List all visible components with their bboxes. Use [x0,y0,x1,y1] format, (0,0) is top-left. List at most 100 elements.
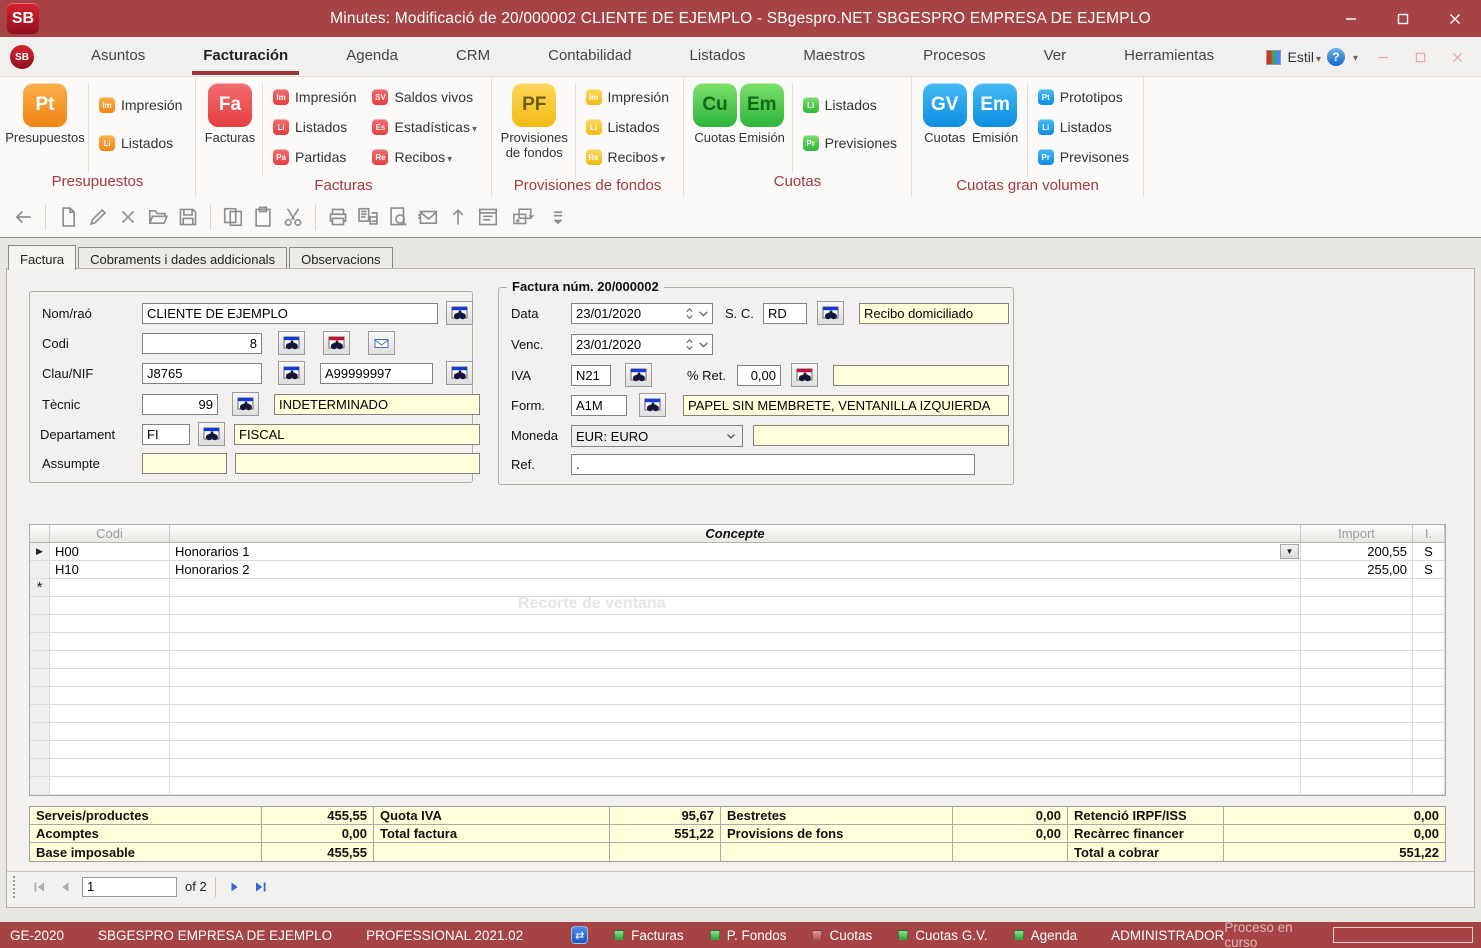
grid-empty-row[interactable] [30,651,1445,669]
presupuestos-listados-button[interactable]: Li Listados [99,133,182,153]
facturas-button[interactable]: Fa Facturas [204,83,256,177]
remote-support-icon[interactable]: ⇄ [571,926,588,944]
iva-input[interactable]: N21 [571,365,611,386]
indicator-agenda[interactable]: Agenda [1014,928,1078,943]
menu-ver[interactable]: Ver [1015,37,1096,77]
cuotas-gv-emision-button[interactable]: Em Emisión [969,83,1020,177]
print-preview-button[interactable] [383,202,413,232]
grid-empty-row[interactable] [30,597,1445,615]
save-button[interactable] [173,202,203,232]
nif-input[interactable]: A99999997 [320,363,433,384]
ret-lookup-button[interactable] [791,363,818,387]
grid-empty-row[interactable] [30,705,1445,723]
cuotas-listados-button[interactable]: Li Listados [803,95,897,115]
grid-empty-row[interactable] [30,741,1445,759]
grid-empty-row[interactable] [30,615,1445,633]
provisiones-recibos-dropdown[interactable]: Re Recibos [586,147,669,167]
back-button[interactable] [8,202,38,232]
sc-lookup-button[interactable] [817,301,844,325]
tab-factura[interactable]: Factura [8,245,76,270]
cuotas-previsiones-button[interactable]: Pr Previsiones [803,133,897,153]
departament-input[interactable]: FI [142,424,190,445]
facturas-impresion-button[interactable]: Im Impresión [273,87,356,107]
form-input[interactable]: A1M [571,395,627,416]
tecnic-lookup-button[interactable] [232,392,259,416]
grid-empty-row[interactable] [30,723,1445,741]
edit-record-button[interactable] [83,202,113,232]
spinner-icon[interactable] [684,306,695,321]
indicator-cuotas[interactable]: Cuotas [812,928,872,943]
facturas-recibos-dropdown[interactable]: Re Recibos [372,147,477,167]
chevron-down-icon[interactable] [698,310,709,318]
record-number-input[interactable]: 1 [82,877,177,897]
last-record-button[interactable] [248,876,274,898]
presupuestos-impresion-button[interactable]: Im Impresión [99,95,182,115]
presupuestos-button[interactable]: Pt Presupuestos [8,83,82,173]
ref-input[interactable]: . [571,454,975,475]
next-record-button[interactable] [222,876,248,898]
print-batch-button[interactable] [353,202,383,232]
cuotas-emision-button[interactable]: Em Emisión [738,83,786,173]
menu-herramientas[interactable]: Herramientas [1095,37,1243,77]
codi-lookup-button[interactable] [278,331,305,355]
clau-lookup-button[interactable] [278,361,305,385]
window-note-button[interactable] [473,202,503,232]
clau-input[interactable]: J8765 [142,363,262,384]
copy-button[interactable] [218,202,248,232]
paste-button[interactable] [248,202,278,232]
facturas-saldos-vivos-button[interactable]: SV Saldos vivos [372,87,477,107]
chevron-down-icon[interactable] [698,341,709,349]
assumpte-input[interactable] [142,453,227,474]
col-header-i[interactable]: I. [1413,525,1445,542]
departament-lookup-button[interactable] [198,422,225,446]
col-header-concepte[interactable]: Concepte [170,525,1301,542]
spinner-icon[interactable] [684,337,695,352]
gv-prototipos-button[interactable]: Pt Prototipos [1038,87,1129,107]
facturas-listados-button[interactable]: Li Listados [273,117,356,137]
codi-input[interactable]: 8 [142,333,262,354]
close-button[interactable] [1429,0,1481,37]
minimize-button[interactable] [1325,0,1377,37]
open-button[interactable] [143,202,173,232]
grid-empty-row[interactable] [30,669,1445,687]
grid-empty-row[interactable] [30,633,1445,651]
nom-input[interactable]: CLIENTE DE EJEMPLO [142,303,438,324]
indicator-facturas[interactable]: Facturas [614,928,684,943]
venc-datepicker[interactable]: 23/01/2020 [571,334,713,355]
nom-lookup-button[interactable] [446,301,473,325]
menu-maestros[interactable]: Maestros [774,37,894,77]
provisiones-listados-button[interactable]: Li Listados [586,117,669,137]
facturas-estadisticas-dropdown[interactable]: Es Estadísticas [372,117,477,137]
iva-lookup-button[interactable] [625,363,652,387]
delete-record-button[interactable] [113,202,143,232]
menu-listados[interactable]: Listados [661,37,775,77]
grid-empty-row[interactable] [30,687,1445,705]
menu-asuntos[interactable]: Asuntos [62,37,174,77]
provisiones-fondos-button[interactable]: PF Provisiones de fondos [500,83,569,177]
estil-dropdown[interactable]: Estil [1287,49,1320,65]
close-icon-secondary[interactable] [1452,52,1463,63]
previous-record-button[interactable] [52,876,78,898]
ret-input[interactable]: 0,00 [737,365,781,386]
menu-facturacion[interactable]: Facturación [174,37,317,77]
menu-agenda[interactable]: Agenda [317,37,427,77]
drag-grip[interactable] [13,876,18,898]
menu-procesos[interactable]: Procesos [894,37,1015,77]
export-button[interactable] [443,202,473,232]
data-datepicker[interactable]: 23/01/2020 [571,303,713,324]
codi-mail-button[interactable] [368,331,395,355]
grid-row-2[interactable]: H10 Honorarios 2 255,00 S [30,561,1445,579]
cut-button[interactable] [278,202,308,232]
indicator-cuotas-gv[interactable]: Cuotas G.V. [898,928,987,943]
toolbar-overflow-button[interactable] [543,202,573,232]
facturas-partidas-button[interactable]: Pa Partidas [273,147,356,167]
help-dropdown-caret[interactable] [1351,48,1358,66]
minimize-icon-secondary[interactable] [1378,52,1389,63]
col-header-import[interactable]: Import [1301,525,1413,542]
concepte-dropdown-button[interactable]: ▼ [1280,544,1299,559]
tecnic-input[interactable]: 99 [142,394,218,415]
grid-empty-row[interactable] [30,777,1445,795]
grid-empty-row[interactable] [30,759,1445,777]
app-menu-badge[interactable]: SB [10,45,34,69]
sc-input[interactable]: RD [763,303,807,324]
